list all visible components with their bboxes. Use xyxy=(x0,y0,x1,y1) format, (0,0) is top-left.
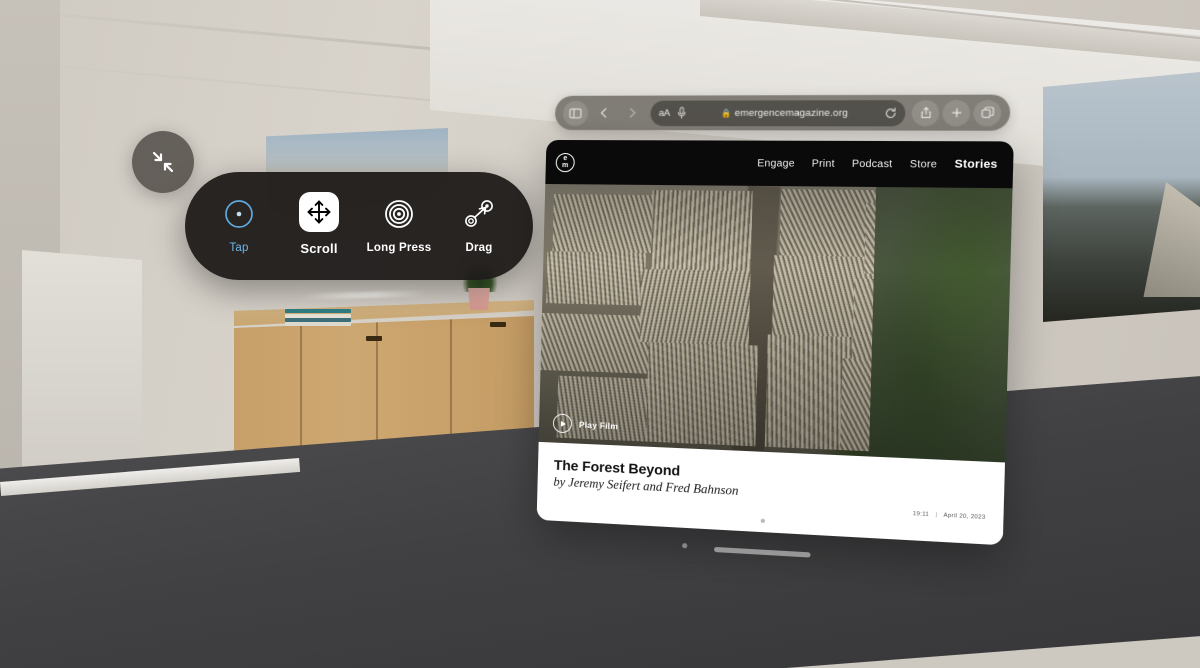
new-tab-button[interactable] xyxy=(942,99,971,126)
sidebar-toggle-button[interactable] xyxy=(562,100,589,126)
play-icon xyxy=(552,413,573,434)
nav-link-engage[interactable]: Engage xyxy=(757,158,795,170)
book xyxy=(285,322,351,326)
scroll-arrows-icon xyxy=(299,192,339,232)
url-text: emergencemagazine.org xyxy=(734,107,849,119)
collapse-toolbar-button[interactable] xyxy=(132,131,194,193)
tap-circle-icon xyxy=(220,195,258,233)
gesture-mode-toolbar[interactable]: Tap Scroll Long Press Drag xyxy=(185,172,533,280)
nav-link-stories[interactable]: Stories xyxy=(954,158,997,171)
nav-link-store[interactable]: Store xyxy=(910,158,938,170)
hero-media[interactable]: Play Film xyxy=(538,183,1013,463)
window-resize-handle[interactable] xyxy=(713,546,811,558)
framed-picture-right xyxy=(1043,72,1200,322)
plus-icon xyxy=(950,106,964,119)
tabs-icon xyxy=(980,106,994,119)
back-button[interactable] xyxy=(591,100,617,125)
play-film-button[interactable]: Play Film xyxy=(552,413,619,435)
collapse-arrows-icon xyxy=(152,151,174,173)
gesture-option-long-press[interactable]: Long Press xyxy=(361,195,437,254)
chevron-right-icon xyxy=(626,107,638,119)
logo-top-letter: e xyxy=(563,155,568,163)
nav-link-print[interactable]: Print xyxy=(812,158,835,170)
gesture-option-scroll[interactable]: Scroll xyxy=(281,192,357,256)
chevron-left-icon xyxy=(597,107,609,119)
safari-window: aA 🔒 emergencemagazine.org e m Engage Pr… xyxy=(536,94,1015,558)
text-size-button[interactable]: aA xyxy=(659,107,670,118)
gesture-label-drag: Drag xyxy=(465,241,493,254)
play-triangle xyxy=(560,420,566,427)
microphone-icon[interactable] xyxy=(677,107,687,119)
book xyxy=(285,309,351,313)
window-indicator-dot xyxy=(682,543,688,549)
gesture-label-scroll: Scroll xyxy=(300,241,338,256)
sidebar-icon xyxy=(569,106,582,119)
gesture-option-tap[interactable]: Tap xyxy=(201,195,277,254)
lock-icon: 🔒 xyxy=(721,108,732,118)
gesture-option-drag[interactable]: Drag xyxy=(441,195,517,254)
picture-rock-detail xyxy=(1143,182,1200,297)
safari-toolbar: aA 🔒 emergencemagazine.org xyxy=(554,94,1011,131)
gesture-label-tap: Tap xyxy=(229,241,249,254)
address-bar-url: 🔒 emergencemagazine.org xyxy=(693,107,877,119)
share-button[interactable] xyxy=(911,99,940,126)
reload-icon[interactable] xyxy=(885,107,897,119)
forward-button[interactable] xyxy=(619,100,645,125)
screen-root: Tap Scroll Long Press Drag aA 🔒 emergenc… xyxy=(0,0,1200,668)
address-bar[interactable]: aA 🔒 emergencemagazine.org xyxy=(650,99,906,126)
long-press-target-icon xyxy=(380,195,418,233)
share-icon xyxy=(919,106,932,119)
web-page: e m Engage Print Podcast Store Stories P… xyxy=(536,139,1014,546)
plant-pot xyxy=(468,288,490,310)
gesture-label-long-press: Long Press xyxy=(366,241,432,254)
carousel-dot[interactable] xyxy=(760,518,765,523)
drag-arrow-icon xyxy=(460,195,498,233)
cabinet-handle xyxy=(490,322,506,327)
emergence-logo-icon[interactable]: e m xyxy=(555,152,575,172)
tabs-overview-button[interactable] xyxy=(973,99,1002,126)
nav-link-podcast[interactable]: Podcast xyxy=(852,158,893,170)
play-film-label: Play Film xyxy=(578,419,619,431)
logo-bottom-letter: m xyxy=(561,162,569,170)
site-navigation-bar: e m Engage Print Podcast Store Stories xyxy=(545,139,1014,189)
stack-of-books xyxy=(285,309,353,326)
site-nav-links: Engage Print Podcast Store Stories xyxy=(757,157,998,171)
cabinet-handle xyxy=(366,336,382,341)
